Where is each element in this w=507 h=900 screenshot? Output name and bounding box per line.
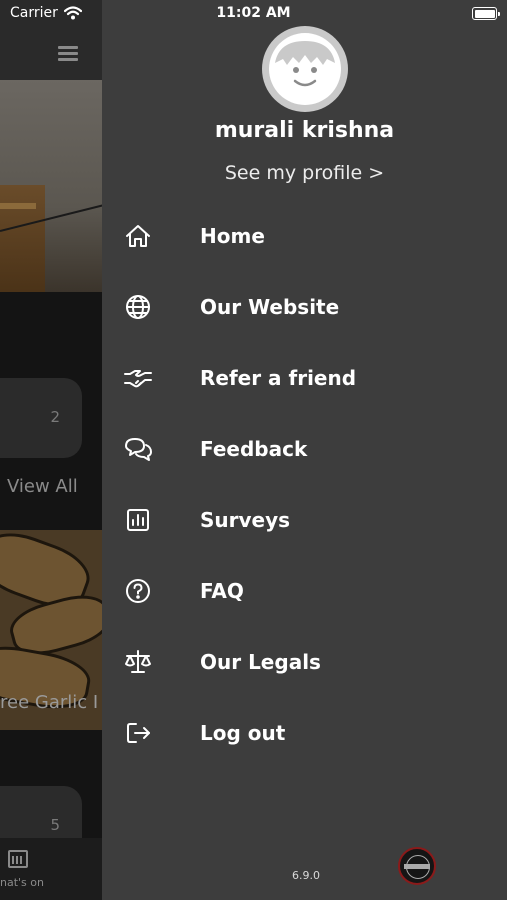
menu-item-faq[interactable]: FAQ (102, 561, 507, 621)
menu-item-surveys[interactable]: Surveys (102, 490, 507, 550)
menu-item-feedback[interactable]: Feedback (102, 419, 507, 479)
home-icon (122, 220, 154, 252)
brand-logo (398, 847, 436, 885)
menu-item-our-website[interactable]: Our Website (102, 277, 507, 337)
bar-chart-icon (122, 504, 154, 536)
avatar[interactable] (262, 26, 348, 112)
menu-label: Refer a friend (200, 366, 357, 390)
card-count: 5 (50, 816, 60, 834)
app-version: 6.9.0 (292, 869, 320, 882)
menu-label: FAQ (200, 579, 244, 603)
menu-label: Surveys (200, 508, 291, 532)
logout-icon (122, 717, 154, 749)
handshake-icon (122, 362, 154, 394)
question-circle-icon (122, 575, 154, 607)
background-app: 2 View All ree Garlic I 5 nat's on (0, 0, 102, 900)
food-caption: ree Garlic I (0, 692, 99, 713)
hamburger-menu-icon[interactable] (58, 46, 78, 61)
card-count: 2 (50, 408, 60, 426)
menu-label: Feedback (200, 437, 308, 461)
tab-bar: nat's on (0, 838, 102, 900)
tab-label[interactable]: nat's on (0, 876, 44, 889)
menu-label: Home (200, 224, 265, 248)
globe-icon (122, 291, 154, 323)
avatar-face-icon (275, 41, 335, 87)
menu-item-refer-a-friend[interactable]: Refer a friend (102, 348, 507, 408)
calendar-icon[interactable] (8, 850, 28, 868)
menu-item-our-legals[interactable]: Our Legals (102, 632, 507, 692)
status-bar: Carrier 11:02 AM (0, 0, 507, 28)
menu-item-log-out[interactable]: Log out (102, 703, 507, 763)
background-card[interactable]: 2 (0, 378, 82, 458)
scales-icon (122, 646, 154, 678)
chat-bubbles-icon (122, 433, 154, 465)
menu-item-home[interactable]: Home (102, 206, 507, 266)
side-drawer: murali krishna See my profile > Home Our… (102, 0, 507, 900)
see-profile-link[interactable]: See my profile > (102, 162, 507, 184)
battery-icon (472, 7, 500, 20)
menu-label: Our Website (200, 295, 340, 319)
menu-label: Log out (200, 721, 286, 745)
menu-label: Our Legals (200, 650, 321, 674)
background-hero-image (0, 80, 102, 292)
profile-name: murali krishna (214, 118, 395, 143)
status-time: 11:02 AM (216, 5, 291, 21)
view-all-link[interactable]: View All (7, 476, 78, 497)
